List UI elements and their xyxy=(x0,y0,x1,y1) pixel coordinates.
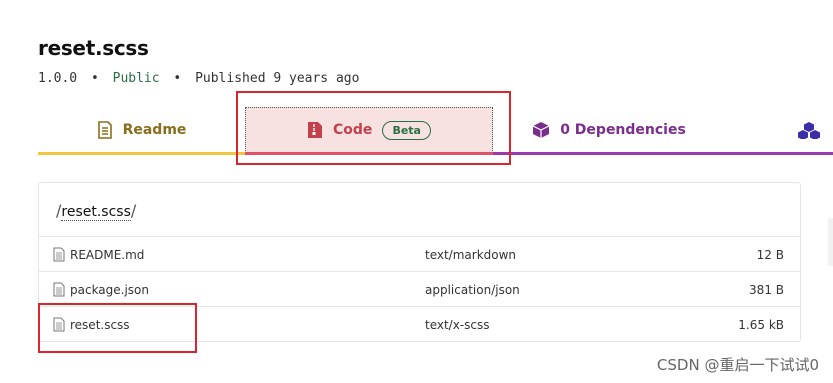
readme-icon xyxy=(97,121,112,139)
file-type: text/markdown xyxy=(425,248,517,262)
file-name-cell[interactable]: reset.scss xyxy=(53,317,130,332)
file-type: text/x-scss xyxy=(425,318,490,332)
published-label: Published 9 years ago xyxy=(195,71,360,86)
package-title: reset.scss xyxy=(38,36,149,60)
tab-readme-label: Readme xyxy=(122,122,187,138)
file-name[interactable]: reset.scss xyxy=(70,318,130,332)
file-row[interactable]: README.md text/markdown 12 B xyxy=(39,236,800,271)
breadcrumb: /reset.scss/ xyxy=(56,201,137,221)
visibility-label: Public xyxy=(112,71,160,86)
package-meta: 1.0.0 • Public • Published 9 years ago xyxy=(38,71,359,86)
file-code-icon xyxy=(308,122,323,138)
package-version: 1.0.0 xyxy=(38,71,78,86)
box-icon xyxy=(532,122,550,138)
file-icon xyxy=(53,247,65,262)
tab-code[interactable]: Code Beta xyxy=(245,107,493,153)
breadcrumb-trail: / xyxy=(130,201,137,220)
tab-dependencies[interactable]: 0 Dependencies xyxy=(493,108,725,152)
file-icon xyxy=(53,282,65,297)
file-icon xyxy=(53,317,65,332)
scrollbar-edge[interactable] xyxy=(828,218,833,266)
file-size: 1.65 kB xyxy=(738,318,784,332)
tab-dependents[interactable] xyxy=(798,108,833,152)
file-name[interactable]: package.json xyxy=(70,283,149,297)
breadcrumb-segment[interactable]: reset.scss xyxy=(61,204,131,221)
file-name[interactable]: README.md xyxy=(70,248,144,262)
beta-badge: Beta xyxy=(382,120,431,140)
readme-tab-underline xyxy=(38,152,245,155)
file-row[interactable]: package.json application/json 381 B xyxy=(39,271,800,306)
file-size: 381 B xyxy=(749,283,784,297)
dependencies-tab-underline xyxy=(493,152,833,155)
file-list: README.md text/markdown 12 B package.jso… xyxy=(39,236,800,341)
boxes-icon xyxy=(798,122,820,139)
meta-separator: • xyxy=(90,71,99,86)
code-tab-underline xyxy=(245,152,493,155)
tab-dependencies-label: 0 Dependencies xyxy=(560,122,686,138)
file-name-cell[interactable]: package.json xyxy=(53,282,149,297)
tab-readme[interactable]: Readme xyxy=(38,108,245,152)
package-tabs: Readme Code Beta 0 Dependencies xyxy=(38,107,833,154)
meta-separator: • xyxy=(173,71,182,86)
file-row[interactable]: reset.scss text/x-scss 1.65 kB xyxy=(39,306,800,341)
file-type: application/json xyxy=(425,283,520,297)
tab-code-label: Code xyxy=(333,122,373,138)
file-name-cell[interactable]: README.md xyxy=(53,247,144,262)
watermark: CSDN @重启一下试试0 xyxy=(656,356,819,374)
file-size: 12 B xyxy=(756,248,784,262)
file-browser: /reset.scss/ README.md text/markdown 12 … xyxy=(38,182,801,342)
